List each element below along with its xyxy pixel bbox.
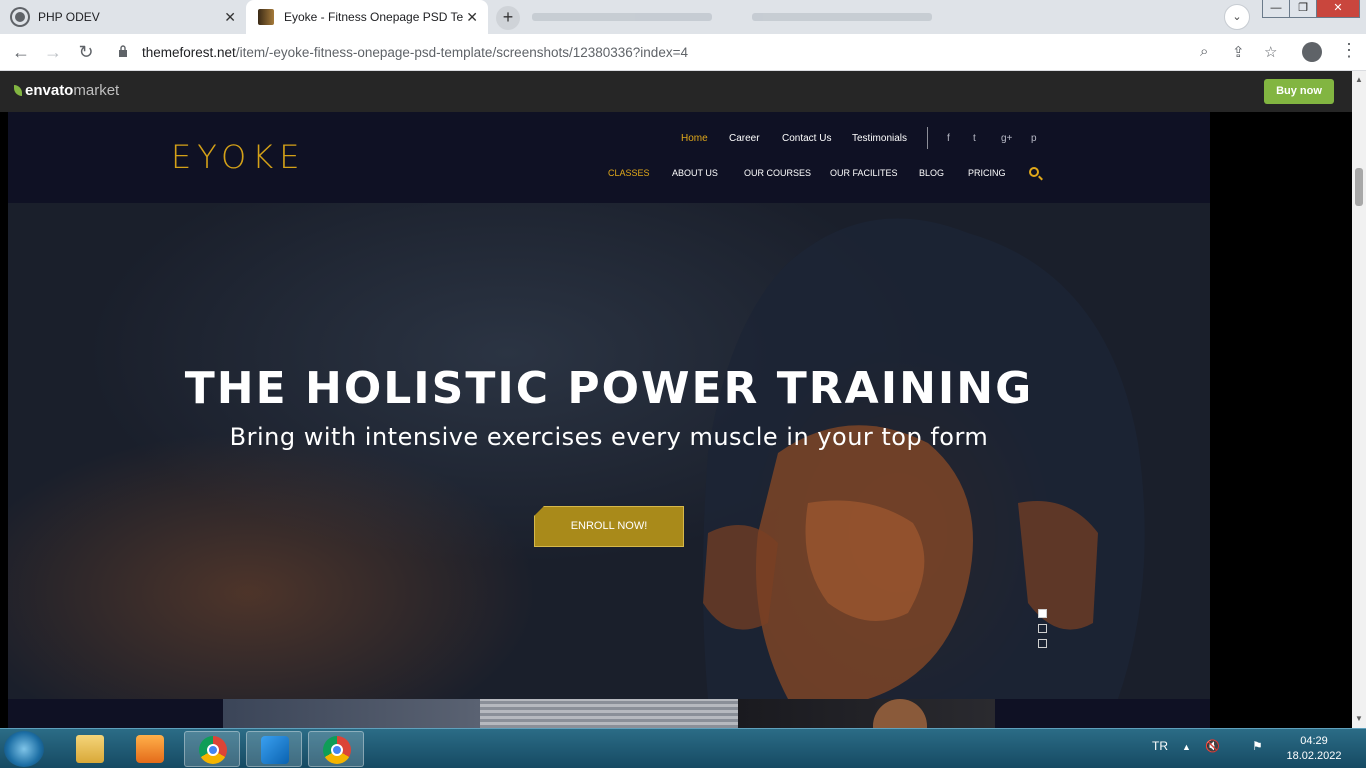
nav-contact-us[interactable]: Contact Us <box>782 133 831 144</box>
media-player-taskbar-button[interactable] <box>122 731 178 767</box>
url-text: themeforest.net/item/-eyoke-fitness-onep… <box>142 45 688 60</box>
buy-now-button[interactable]: Buy now <box>1264 79 1334 104</box>
explorer-taskbar-button[interactable] <box>62 731 118 767</box>
twitter-icon[interactable]: t <box>973 133 976 144</box>
tab-search-icon[interactable]: ⌄ <box>1224 4 1250 30</box>
clock-date: 18.02.2022 <box>1286 750 1342 762</box>
close-tab-icon[interactable]: ✕ <box>224 9 236 26</box>
thumbnail-image[interactable] <box>480 699 738 728</box>
vscode-taskbar-button[interactable] <box>246 731 302 767</box>
envato-leaf-icon <box>14 85 22 96</box>
clock-time: 04:29 <box>1300 735 1328 747</box>
page-scrollbar[interactable]: ▲ ▼ <box>1352 71 1366 728</box>
thumbnail-image[interactable] <box>738 699 995 728</box>
class-thumbnails <box>8 699 1210 728</box>
folder-icon <box>76 735 104 763</box>
pinterest-icon[interactable]: p <box>1031 133 1037 144</box>
new-tab-button[interactable]: + <box>496 6 520 30</box>
action-center-flag-icon[interactable]: ⚑ <box>1252 739 1263 753</box>
browser-toolbar: ← → ↻ themeforest.net/item/-eyoke-fitnes… <box>0 34 1366 71</box>
close-tab-icon[interactable]: ✕ <box>466 9 478 26</box>
hero-slider: THE HOLISTIC POWER TRAINING Bring with i… <box>8 203 1210 699</box>
nav-about-us[interactable]: ABOUT US <box>672 168 718 178</box>
site-header: EYOKE Home Career Contact Us Testimonial… <box>8 112 1210 203</box>
zoom-icon[interactable]: ⌕ <box>1200 43 1208 60</box>
facebook-icon[interactable]: f <box>947 133 950 144</box>
tab-title: Eyoke - Fitness Onepage PSD Ter <box>284 10 464 24</box>
nav-home[interactable]: Home <box>681 133 708 144</box>
scroll-up-icon[interactable]: ▲ <box>1355 75 1363 84</box>
chrome-taskbar-button[interactable] <box>184 731 240 767</box>
nav-career[interactable]: Career <box>729 133 760 144</box>
chrome-icon <box>323 736 351 764</box>
globe-icon <box>12 9 28 25</box>
nav-our-courses[interactable]: OUR COURSES <box>744 168 811 178</box>
back-arrow-icon[interactable]: ← <box>10 42 32 62</box>
slider-dot-1[interactable] <box>1038 609 1047 618</box>
minimize-button[interactable]: — <box>1262 0 1290 18</box>
system-clock[interactable]: 04:29 18.02.2022 <box>1284 734 1344 764</box>
browser-tab-strip: PHP ODEV ✕ Eyoke - Fitness Onepage PSD T… <box>0 0 1366 34</box>
hero-subtitle: Bring with intensive exercises every mus… <box>229 423 989 451</box>
reload-icon[interactable]: ↻ <box>75 42 97 62</box>
chrome-icon <box>199 736 227 764</box>
nav-classes[interactable]: CLASSES <box>608 168 650 178</box>
scroll-down-icon[interactable]: ▼ <box>1355 714 1363 723</box>
bookmark-star-icon[interactable]: ☆ <box>1264 43 1277 61</box>
profile-avatar-icon[interactable] <box>1302 42 1322 62</box>
hero-background-image <box>703 218 1145 699</box>
slider-dot-3[interactable] <box>1038 639 1047 648</box>
chrome-taskbar-button-2[interactable] <box>308 731 364 767</box>
enroll-now-button[interactable]: ENROLL NOW! <box>534 506 684 547</box>
eyoke-logo[interactable]: EYOKE <box>171 138 305 176</box>
google-plus-icon[interactable]: g+ <box>1001 133 1012 144</box>
volume-muted-icon[interactable]: 🔇 <box>1205 739 1220 753</box>
url-host: themeforest.net <box>142 45 236 60</box>
lock-icon <box>119 45 127 57</box>
dragged-tab-ghost <box>522 0 972 34</box>
vscode-icon <box>261 736 289 764</box>
tab-title: PHP ODEV <box>38 10 100 24</box>
envato-market-logo[interactable]: envatomarket <box>14 82 119 99</box>
thumbnail-image[interactable] <box>223 699 480 728</box>
address-bar[interactable]: themeforest.net/item/-eyoke-fitness-onep… <box>108 38 1296 67</box>
page-viewport: EYOKE Home Career Contact Us Testimonial… <box>0 112 1352 728</box>
site-favicon-icon <box>258 9 274 25</box>
url-path: /item/-eyoke-fitness-onepage-psd-templat… <box>235 45 688 60</box>
search-icon[interactable] <box>1029 167 1039 177</box>
share-icon[interactable]: ⇪ <box>1232 43 1245 61</box>
nav-blog[interactable]: BLOG <box>919 168 944 178</box>
nav-divider <box>927 127 928 149</box>
nav-testimonials[interactable]: Testimonials <box>852 133 907 144</box>
maximize-button[interactable]: ❐ <box>1289 0 1317 18</box>
tab-eyoke[interactable]: Eyoke - Fitness Onepage PSD Ter ✕ <box>246 0 488 34</box>
show-hidden-icons-icon[interactable]: ▲ <box>1182 742 1191 752</box>
language-indicator[interactable]: TR <box>1152 739 1168 753</box>
envato-market-bar: envatomarket Buy now <box>0 71 1352 112</box>
forward-arrow-icon[interactable]: → <box>42 42 64 62</box>
close-window-button[interactable]: ✕ <box>1316 0 1360 18</box>
menu-kebab-icon[interactable]: ⋮ <box>1340 40 1358 61</box>
hero-title: THE HOLISTIC POWER TRAINING <box>184 363 1034 414</box>
windows-taskbar: TR ▲ 🔇 ⚑ 04:29 18.02.2022 <box>0 728 1366 768</box>
media-player-icon <box>136 735 164 763</box>
slider-dot-2[interactable] <box>1038 624 1047 633</box>
eyoke-preview: EYOKE Home Career Contact Us Testimonial… <box>8 112 1210 728</box>
tab-php-odev[interactable]: PHP ODEV ✕ <box>0 0 246 34</box>
nav-pricing[interactable]: PRICING <box>968 168 1006 178</box>
nav-our-facilites[interactable]: OUR FACILITES <box>830 168 898 178</box>
start-button[interactable] <box>4 731 44 767</box>
scrollbar-thumb[interactable] <box>1355 168 1363 206</box>
